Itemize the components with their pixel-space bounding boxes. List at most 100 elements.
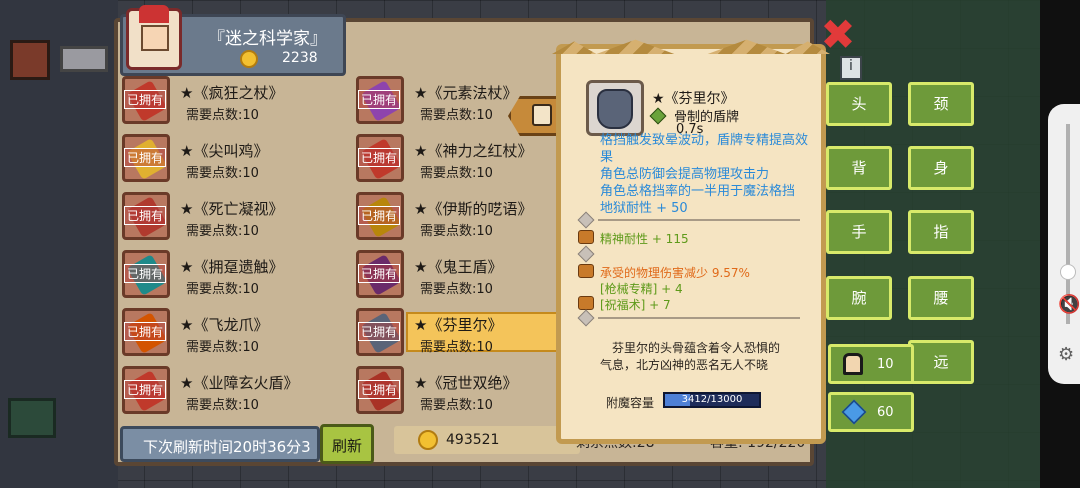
owned-stamp: 已拥有 [124,380,167,399]
volume-slider-handle[interactable] [1060,264,1076,280]
stat-icon [578,230,594,244]
owned-stamp: 已拥有 [124,90,167,109]
enchant-capacity-label: 附魔容量 [606,396,655,410]
list-item[interactable]: 已拥有 ★《飞龙爪》 需要点数:10 [122,308,352,362]
item-cost: 需要点数:10 [186,166,259,181]
list-item[interactable]: 已拥有 ★《鬼王盾》 需要点数:10 [356,250,568,304]
item-name: ★《疯狂之杖》 [180,84,284,102]
tooltip-stat: [枪械专精] + 4 [600,282,683,296]
owned-stamp: 已拥有 [124,322,167,341]
item-icon [586,80,644,136]
info-icon[interactable]: i [840,56,862,80]
item-name: ★《芬里尔》 [414,316,503,334]
item-cost: 需要点数:10 [186,224,259,239]
gem-icon [841,399,867,425]
item-cost: 需要点数:10 [420,282,493,297]
slot-head-button[interactable]: 头 [826,82,892,126]
refresh-button[interactable]: 刷新 [320,424,374,464]
character-count-button[interactable]: 10 [828,344,914,384]
item-cost: 需要点数:10 [186,108,259,123]
list-item[interactable]: 已拥有 ★《死亡凝视》 需要点数:10 [122,192,352,246]
item-cost: 需要点数:10 [420,224,493,239]
background-furniture [10,40,50,80]
item-cost: 需要点数:10 [420,398,493,413]
gem-count: 60 [877,405,894,420]
enchant-capacity-value: 3412/13000 [681,394,743,405]
item-cost: 需要点数:10 [420,340,493,355]
face-icon [141,25,169,51]
character-avatar [126,5,182,70]
owned-stamp: 已拥有 [358,380,401,399]
helmet-icon [139,5,169,23]
coin-icon [240,50,258,68]
owned-stamp: 已拥有 [124,206,167,225]
character-icon [843,353,863,375]
enchant-capacity-bar: 3412/13000 [663,392,761,408]
background-furniture [60,46,108,72]
slot-back-button[interactable]: 背 [826,146,892,190]
slot-wrist-button[interactable]: 腕 [826,276,892,320]
item-name: ★《尖叫鸡》 [180,142,269,160]
slot-waist-button[interactable]: 腰 [908,276,974,320]
gear-icon[interactable]: ⚙ [1058,344,1074,365]
list-item[interactable]: 已拥有 ★《拥趸遗触》 需要点数:10 [122,250,352,304]
list-item[interactable]: 已拥有 ★《冠世双绝》 需要点数:10 [356,366,568,420]
item-name: ★《飞龙爪》 [180,316,269,334]
item-name: ★《拥趸遗触》 [180,258,284,276]
tooltip-description: 角色总格挡率的一半用于魔法格挡 [600,184,796,199]
coin-icon [418,430,438,450]
item-cost: 需要点数:10 [186,398,259,413]
tooltip-description: 地狱耐性 + 50 [600,201,688,216]
list-item[interactable]: 已拥有 ★《神力之红杖》 需要点数:10 [356,134,568,188]
refresh-timer: 下次刷新时间20时36分3 [120,426,320,462]
tooltip-description: 格挡触发致晕波动，盾牌专精提高效 [600,133,809,148]
owned-stamp: 已拥有 [358,322,401,341]
owned-stamp: 已拥有 [358,264,401,283]
list-item[interactable]: 已拥有 ★《尖叫鸡》 需要点数:10 [122,134,352,188]
tooltip-flavor-text: 芬里尔的头骨蕴含着令人恐惧的气息，北方凶神的恶名无人不晓 [600,341,781,372]
owned-stamp: 已拥有 [124,264,167,283]
list-item[interactable]: 已拥有 ★《伊斯的呓语》 需要点数:10 [356,192,568,246]
stat-icon [578,296,594,310]
item-name: ★《伊斯的呓语》 [414,200,533,218]
list-item-selected[interactable]: 已拥有 ★《芬里尔》 需要点数:10 [356,308,568,362]
gold-amount: 493521 [446,432,500,448]
item-name: ★《业障玄火盾》 [180,374,299,392]
slot-body-button[interactable]: 身 [908,146,974,190]
tooltip-description: 角色总防御会提高物理攻击力 [600,167,770,182]
tooltip-stat: [祝福术] + 7 [600,298,671,312]
stat-icon [578,264,594,278]
slot-hand-button[interactable]: 手 [826,210,892,254]
slot-ranged-button[interactable]: 远 [908,340,974,384]
divider [598,317,800,319]
item-name: ★《鬼王盾》 [414,258,503,276]
owned-stamp: 已拥有 [358,90,401,109]
item-cost: 需要点数:10 [186,340,259,355]
owned-stamp: 已拥有 [358,206,401,225]
owned-stamp: 已拥有 [358,148,401,167]
list-item[interactable]: 已拥有 ★《业障玄火盾》 需要点数:10 [122,366,352,420]
character-count: 10 [877,357,894,372]
list-item[interactable]: 已拥有 ★《疯狂之杖》 需要点数:10 [122,76,352,130]
slot-finger-button[interactable]: 指 [908,210,974,254]
item-name: ★《冠世双绝》 [414,374,518,392]
item-cost: 需要点数:10 [420,108,493,123]
tooltip-stat: 承受的物理伤害减少 9.57% [600,266,750,280]
item-name: ★《死亡凝视》 [180,200,284,218]
tooltip-item-name: ★《芬里尔》 [652,91,735,107]
tooltip-stat: 精神耐性 + 115 [600,232,689,246]
item-cost: 需要点数:10 [420,166,493,181]
profile-title: 『迷之科学家』 [208,29,327,49]
mute-icon[interactable]: 🔇 [1058,294,1080,315]
background-furniture [8,398,56,438]
gem-count-button[interactable]: 60 [828,392,914,432]
tooltip-description: 果 [600,150,614,165]
item-name: ★《元素法杖》 [414,84,518,102]
owned-stamp: 已拥有 [124,148,167,167]
divider [598,219,800,221]
slot-neck-button[interactable]: 颈 [908,82,974,126]
profile-points: 2238 [282,50,318,66]
item-cost: 需要点数:10 [186,282,259,297]
lock-icon [532,104,552,126]
item-name: ★《神力之红杖》 [414,142,533,160]
